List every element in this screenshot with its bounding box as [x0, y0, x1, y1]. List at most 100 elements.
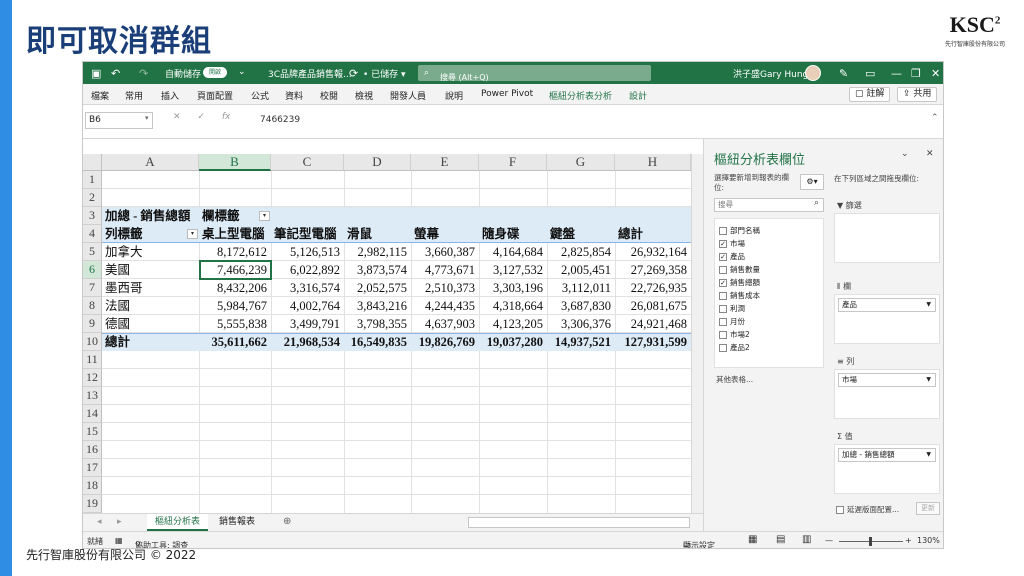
- file-name[interactable]: 3C品牌產品銷售報...: [268, 67, 352, 80]
- pane-options-chevron-icon[interactable]: ⌄: [901, 149, 909, 159]
- row-labels-filter-icon[interactable]: ▾: [187, 229, 198, 239]
- checkbox-checked[interactable]: ✓: [719, 253, 727, 261]
- close-icon[interactable]: ✕: [931, 67, 940, 80]
- column-header-b[interactable]: B: [199, 154, 271, 171]
- value-cell[interactable]: 3,306,376: [547, 315, 615, 333]
- sheet-tab-sales[interactable]: 銷售報表: [211, 514, 263, 531]
- update-button[interactable]: 更新: [916, 502, 940, 515]
- field-item[interactable]: 利潤: [719, 303, 745, 314]
- row-label-cell[interactable]: 美國: [102, 261, 199, 279]
- value-cell[interactable]: 8,432,206: [199, 279, 271, 297]
- checkbox-checked[interactable]: ✓: [719, 279, 727, 287]
- value-cell[interactable]: 2,825,854: [547, 243, 615, 261]
- value-cell[interactable]: 4,002,764: [271, 297, 344, 315]
- column-header-a[interactable]: A: [102, 154, 199, 171]
- value-cell[interactable]: 26,081,675: [615, 297, 691, 315]
- zoom-out-icon[interactable]: —: [825, 536, 833, 545]
- row-header[interactable]: 18: [83, 477, 102, 495]
- macro-icon[interactable]: ▦: [115, 536, 123, 545]
- restore-icon[interactable]: ❐: [911, 67, 921, 80]
- avatar[interactable]: [805, 65, 821, 81]
- ribbon-display-icon[interactable]: ▭: [865, 67, 875, 80]
- page-break-view-icon[interactable]: ▥: [802, 534, 811, 545]
- row-label-cell[interactable]: 墨西哥: [102, 279, 199, 297]
- tab-design[interactable]: 設計: [629, 89, 647, 102]
- value-cell[interactable]: 2,982,115: [344, 243, 411, 261]
- grand-total-cell[interactable]: 35,611,662: [199, 333, 271, 351]
- autosave-toggle[interactable]: 開啟: [203, 67, 227, 78]
- field-search-input[interactable]: 搜尋: [714, 198, 824, 212]
- checkbox[interactable]: [719, 227, 727, 235]
- row-header[interactable]: 13: [83, 387, 102, 405]
- zoom-in-icon[interactable]: +: [905, 536, 912, 545]
- column-header-cell[interactable]: 鍵盤: [547, 225, 615, 243]
- checkbox[interactable]: [719, 305, 727, 313]
- column-labels-filter-icon[interactable]: ▾: [259, 211, 270, 221]
- field-item[interactable]: ✓ 市場: [719, 238, 745, 249]
- rows-area[interactable]: 市場 ▼: [834, 369, 940, 419]
- value-cell[interactable]: 4,637,903: [411, 315, 479, 333]
- cancel-icon[interactable]: ✕: [173, 112, 181, 122]
- name-box[interactable]: B6: [85, 112, 153, 129]
- filters-area[interactable]: [834, 213, 940, 263]
- value-cell[interactable]: 2,052,575: [344, 279, 411, 297]
- value-cell[interactable]: 5,555,838: [199, 315, 271, 333]
- tab-pivot-analyze[interactable]: 樞紐分析表分析: [549, 89, 612, 102]
- value-cell[interactable]: 4,123,205: [479, 315, 547, 333]
- expand-formula-icon[interactable]: ⌃: [931, 113, 939, 123]
- columns-area[interactable]: 產品 ▼: [834, 294, 940, 344]
- select-all-corner[interactable]: [83, 154, 102, 171]
- checkbox[interactable]: [719, 292, 727, 300]
- tab-home[interactable]: 常用: [125, 89, 143, 102]
- value-cell[interactable]: 4,244,435: [411, 297, 479, 315]
- quick-access-chevron-icon[interactable]: ⌄: [238, 67, 246, 77]
- tab-review[interactable]: 校閱: [320, 89, 338, 102]
- value-cell[interactable]: 2,510,373: [411, 279, 479, 297]
- vertical-scrollbar[interactable]: [691, 154, 703, 513]
- column-header-g[interactable]: G: [547, 154, 615, 171]
- row-header[interactable]: 19: [83, 495, 102, 513]
- defer-update-option[interactable]: 延遲版面配置...: [836, 504, 899, 515]
- row-label-cell[interactable]: 加拿大: [102, 243, 199, 261]
- more-tables-link[interactable]: 其他表格...: [716, 374, 753, 385]
- row-header[interactable]: 15: [83, 423, 102, 441]
- add-sheet-icon[interactable]: ⊕: [283, 516, 291, 527]
- value-cell[interactable]: 26,932,164: [615, 243, 691, 261]
- zoom-slider-handle[interactable]: [869, 537, 872, 546]
- checkbox[interactable]: [836, 506, 844, 514]
- value-cell[interactable]: 2,005,451: [547, 261, 615, 279]
- row-header[interactable]: 14: [83, 405, 102, 423]
- row-header[interactable]: 2: [83, 189, 102, 207]
- fx-icon[interactable]: fx: [222, 112, 231, 122]
- value-cell[interactable]: 3,499,791: [271, 315, 344, 333]
- tab-developer[interactable]: 開發人員: [390, 89, 426, 102]
- grand-total-cell[interactable]: 16,549,835: [344, 333, 411, 351]
- zoom-level[interactable]: 130%: [917, 536, 940, 545]
- grand-total-label[interactable]: 總計: [102, 333, 199, 351]
- row-header[interactable]: 12: [83, 369, 102, 387]
- rows-field-chip[interactable]: 市場 ▼: [838, 373, 936, 387]
- row-header[interactable]: 4: [83, 225, 102, 243]
- redo-icon[interactable]: ↷: [139, 67, 148, 80]
- sheet-tab-pivot[interactable]: 樞紐分析表: [147, 514, 209, 531]
- column-header-h[interactable]: H: [615, 154, 691, 171]
- checkbox-checked[interactable]: ✓: [719, 240, 727, 248]
- value-cell[interactable]: 8,172,612: [199, 243, 271, 261]
- value-cell[interactable]: 3,873,574: [344, 261, 411, 279]
- save-icon[interactable]: ▣: [91, 67, 101, 80]
- row-header[interactable]: 8: [83, 297, 102, 315]
- value-cell[interactable]: 3,660,387: [411, 243, 479, 261]
- minimize-icon[interactable]: —: [891, 67, 902, 80]
- value-cell[interactable]: 3,798,355: [344, 315, 411, 333]
- formula-input[interactable]: 7466239: [260, 115, 300, 125]
- grand-total-cell[interactable]: 19,037,280: [479, 333, 547, 351]
- page-layout-view-icon[interactable]: ▤: [776, 534, 785, 545]
- row-header[interactable]: 17: [83, 459, 102, 477]
- field-item[interactable]: 銷售數量: [719, 264, 760, 275]
- tab-insert[interactable]: 插入: [161, 89, 179, 102]
- row-header[interactable]: 7: [83, 279, 102, 297]
- value-cell[interactable]: 5,126,513: [271, 243, 344, 261]
- grand-total-cell[interactable]: 19,826,769: [411, 333, 479, 351]
- row-header[interactable]: 6: [83, 261, 102, 279]
- values-area[interactable]: 加總 - 銷售總額 ▼: [834, 444, 940, 494]
